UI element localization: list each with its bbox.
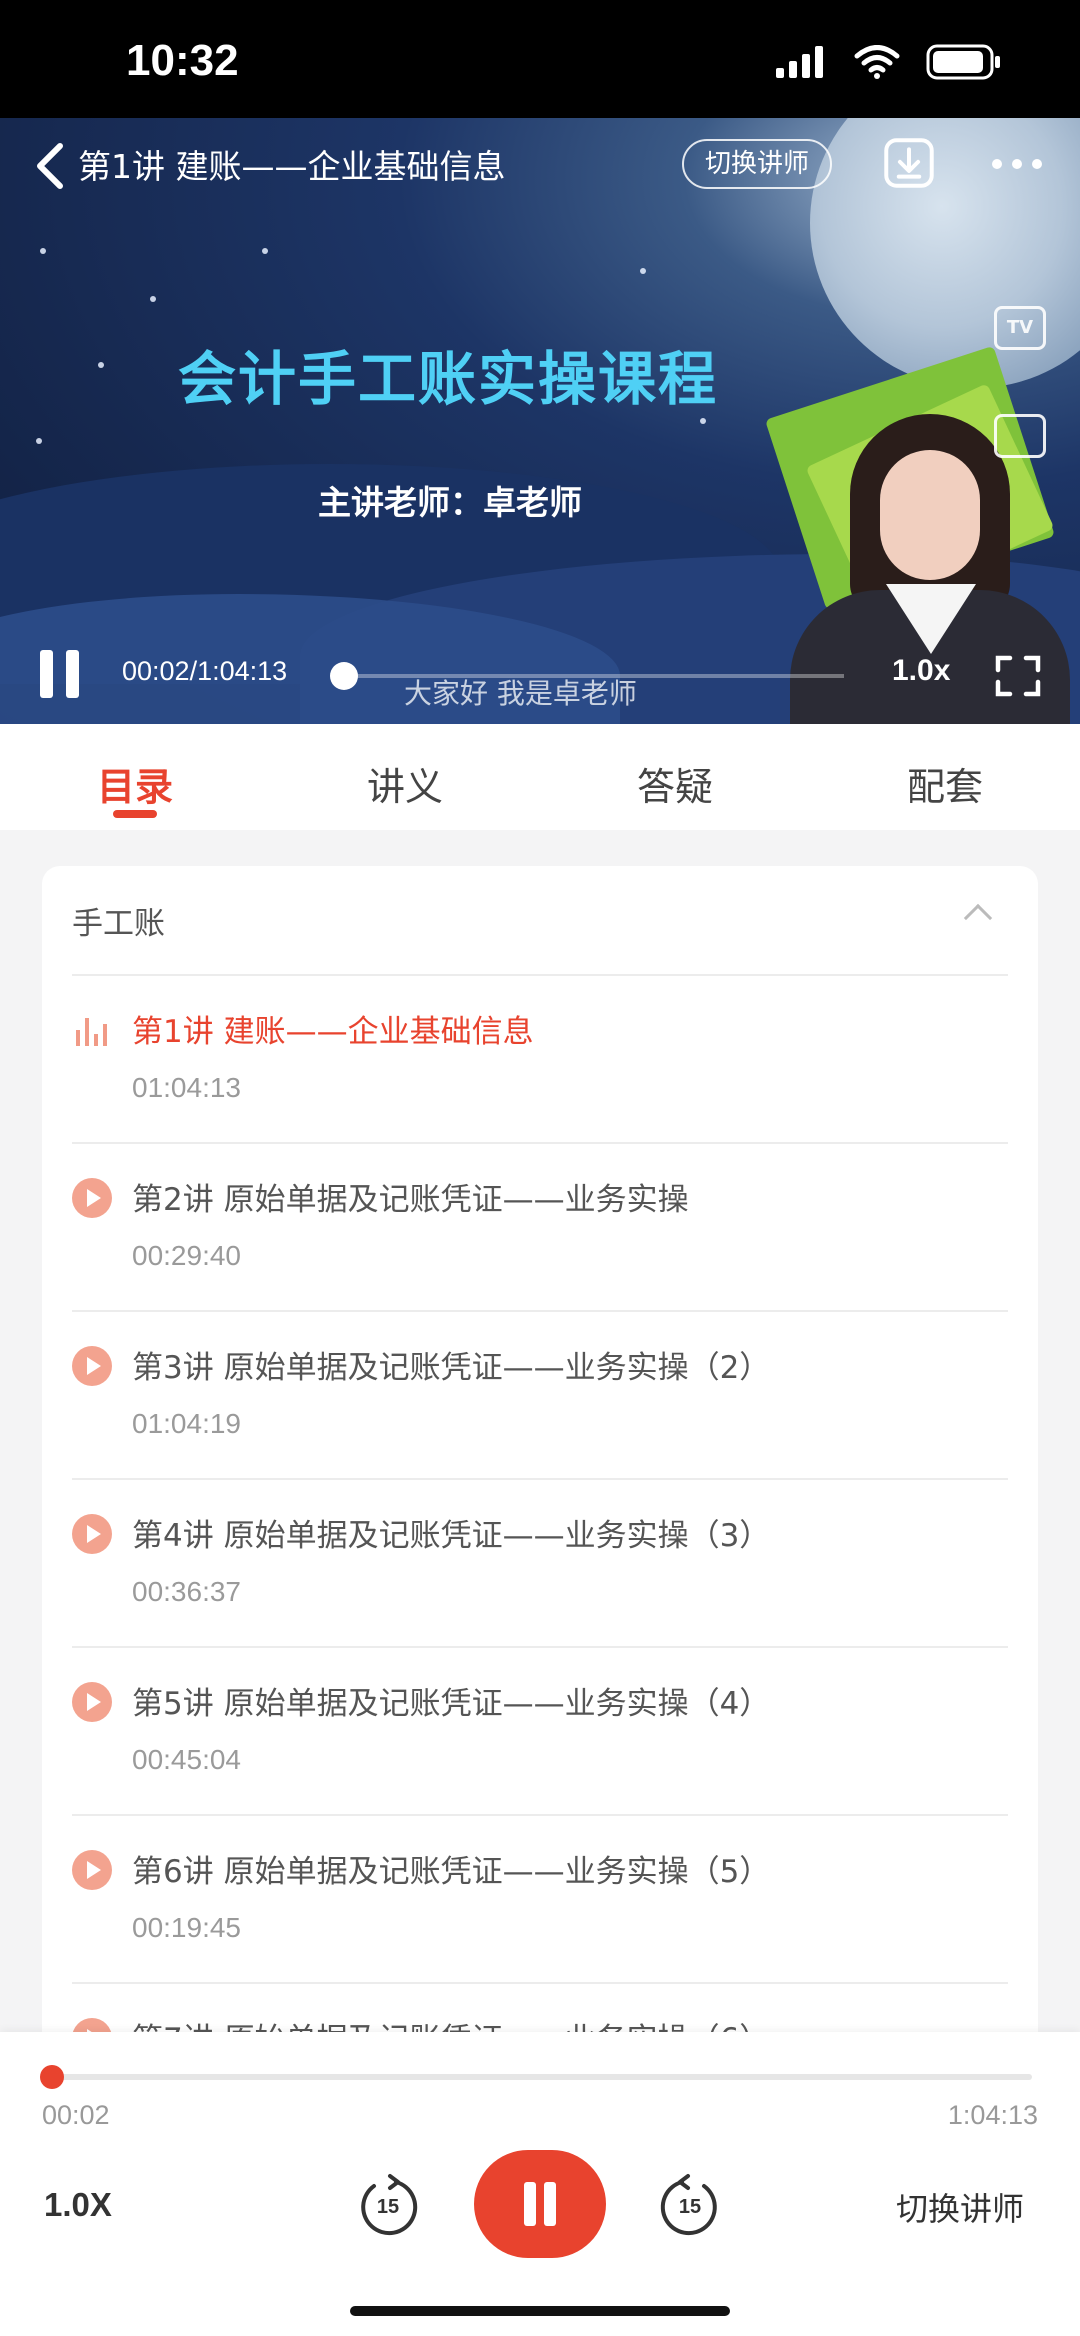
video-pause-button[interactable] [40,650,84,698]
now-playing-icon [76,1016,110,1046]
star [700,418,706,424]
current-time: 00:02 [42,2100,110,2130]
lesson-item[interactable]: 第3讲 原始单据及记账凭证——业务实操（2） 01:04:19 [72,1312,1008,1480]
battery-icon [926,44,1000,80]
rewind-15-icon[interactable]: 15 [356,2172,420,2236]
status-icons [776,44,1002,80]
section-label: 手工账 [72,906,165,942]
star [40,248,46,254]
video-time-display: 00:02/1:04:13 [122,656,288,686]
play-icon [72,1850,112,1890]
status-time: 10:32 [126,36,239,85]
lesson-item[interactable]: 第4讲 原始单据及记账凭证——业务实操（3） 00:36:37 [72,1480,1008,1648]
back-icon[interactable] [30,140,74,192]
star [98,362,104,368]
wifi-icon [854,45,900,79]
playback-speed-button[interactable]: 1.0X [44,2186,112,2224]
video-player[interactable]: 第1讲 建账——企业基础信息 切换讲师 会计手工账实操课程 主讲老师：卓老师 T… [0,118,1080,724]
forward-15-icon[interactable]: 15 [658,2172,722,2236]
lesson-title: 第1讲 建账——企业基础信息 [132,1014,534,1050]
picture-in-picture-icon[interactable] [994,414,1046,458]
video-top-bar: 第1讲 建账——企业基础信息 切换讲师 [0,118,1080,214]
video-controls: 00:02/1:04:13 大家好 我是卓老师 1.0x [0,624,1080,724]
status-bar: 10:32 [0,0,1080,118]
lesson-duration: 01:04:19 [132,1408,241,1439]
signal-icon [776,46,823,78]
star [150,296,156,302]
play-icon [72,1682,112,1722]
play-icon [72,1514,112,1554]
content-tabs: 目录 讲义 答疑 配套 [0,724,1080,830]
lesson-title: 第3讲 原始单据及记账凭证——业务实操（2） [132,1350,771,1386]
lesson-item[interactable]: 第2讲 原始单据及记账凭证——业务实操 00:29:40 [72,1144,1008,1312]
lesson-duration: 00:29:40 [132,1240,241,1271]
lesson-item[interactable]: 第6讲 原始单据及记账凭证——业务实操（5） 00:19:45 [72,1816,1008,1984]
switch-teacher-button[interactable]: 切换讲师 [682,139,832,189]
play-pause-button[interactable] [474,2150,606,2258]
switch-teacher-bottom-button[interactable]: 切换讲师 [896,2184,1024,2230]
video-subtitle: 大家好 我是卓老师 [404,677,637,710]
video-lesson-title: 第1讲 建账——企业基础信息 [78,147,506,186]
bottom-player: 00:02 1:04:13 1.0X 15 15 切换讲师 [0,2032,1080,2336]
tab-handout[interactable]: 讲义 [270,724,540,830]
progress-knob[interactable] [40,2065,64,2089]
lesson-duration: 00:19:45 [132,1912,241,1943]
lesson-catalog-card: 手工账 第1讲 建账——企业基础信息 01:04:13 第2讲 原始单据及记账凭… [42,866,1038,2066]
lesson-title: 第5讲 原始单据及记账凭证——业务实操（4） [132,1686,771,1722]
tab-qa[interactable]: 答疑 [540,724,810,830]
lesson-item[interactable]: 第5讲 原始单据及记账凭证——业务实操（4） 00:45:04 [72,1648,1008,1816]
tv-cast-icon[interactable]: TV [994,306,1046,350]
star [262,248,268,254]
course-title: 会计手工账实操课程 [178,345,719,413]
lesson-duration: 00:45:04 [132,1744,241,1775]
progress-track[interactable] [50,2074,1032,2080]
lesson-duration: 00:36:37 [132,1576,241,1607]
svg-text:15: 15 [377,2196,399,2218]
home-indicator[interactable] [350,2306,730,2316]
lesson-title: 第2讲 原始单据及记账凭证——业务实操 [132,1182,689,1218]
total-time: 1:04:13 [947,2100,1038,2130]
play-icon [72,1346,112,1386]
chevron-up-icon[interactable] [963,903,993,933]
play-icon [72,1178,112,1218]
lesson-duration: 01:04:13 [132,1072,241,1103]
svg-text:15: 15 [679,2196,701,2218]
download-icon[interactable] [884,138,934,188]
video-progress-knob[interactable] [330,662,358,690]
video-speed-button[interactable]: 1.0x [892,654,950,688]
tab-catalog[interactable]: 目录 [0,724,270,830]
lesson-item[interactable]: 第1讲 建账——企业基础信息 01:04:13 [72,976,1008,1144]
course-subtitle: 主讲老师：卓老师 [318,483,582,522]
star [640,268,646,274]
tab-materials[interactable]: 配套 [810,724,1080,830]
section-header[interactable]: 手工账 [72,866,1008,976]
star [36,438,42,444]
lesson-title: 第6讲 原始单据及记账凭证——业务实操（5） [132,1854,771,1890]
more-icon[interactable] [988,144,1046,184]
lesson-title: 第4讲 原始单据及记账凭证——业务实操（3） [132,1518,771,1554]
fullscreen-icon[interactable] [994,654,1042,698]
